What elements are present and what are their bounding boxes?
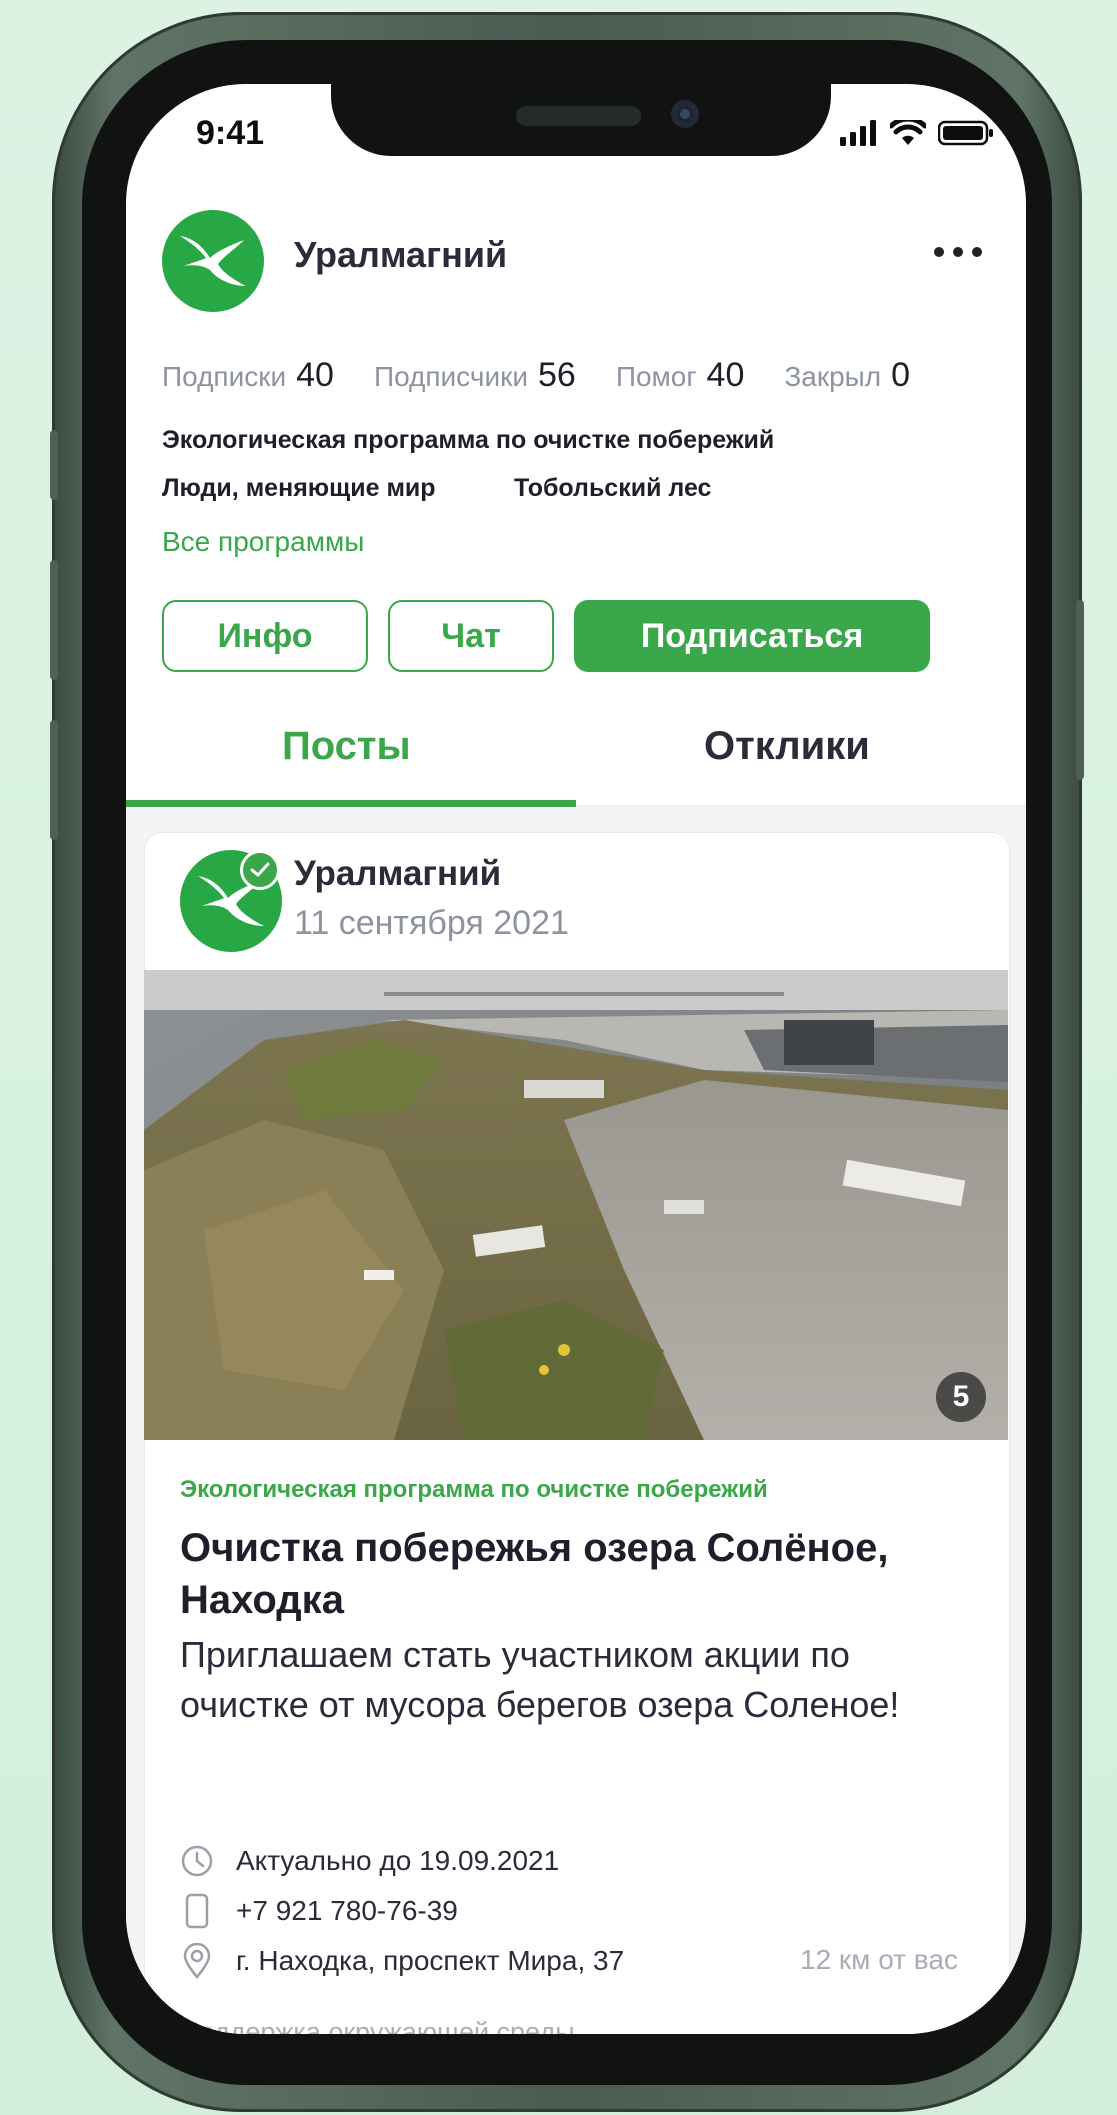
program-link[interactable]: Тобольский лес (514, 474, 711, 503)
program-link[interactable]: Экологическая программа по очистке побер… (162, 426, 774, 455)
post-description: Приглашаем стать участником акции по очи… (180, 1634, 900, 1725)
volume-down-button (50, 720, 58, 840)
camera (671, 100, 699, 128)
stat-value: 56 (537, 356, 576, 394)
stat-subscribers[interactable]: Подписчики 56 (374, 356, 576, 395)
subscribe-button[interactable]: Подписаться (574, 600, 930, 672)
post-address[interactable]: г. Находка, проспект Мира, 37 (180, 1943, 624, 1979)
profile-name: Уралмагний (294, 234, 508, 275)
tab-active-indicator (126, 800, 576, 807)
tab-responses[interactable]: Отклики (704, 724, 870, 769)
post-deadline: Актуально до 19.09.2021 (180, 1844, 559, 1878)
verified-check-icon (240, 850, 280, 890)
wifi-icon (890, 120, 926, 145)
notch (331, 84, 831, 156)
stat-label: Помог (615, 361, 697, 392)
profile-avatar[interactable] (162, 210, 264, 312)
location-pin-icon (180, 1943, 214, 1979)
app-screen: 9:41 Уралмагний Подписки 40 Подписчики 5… (126, 84, 1026, 2034)
stat-label: Закрыл (784, 361, 882, 392)
post-tag[interactable]: Поддержка окружающей среды (180, 2017, 575, 2034)
stat-label: Подписчики (373, 361, 528, 392)
post-author-name[interactable]: Уралмагний (294, 854, 501, 894)
tab-posts[interactable]: Посты (282, 724, 411, 769)
profile-stats: Подписки 40 Подписчики 56 Помог 40 Закры… (162, 356, 910, 395)
post-phone[interactable]: +7 921 780-76-39 (180, 1893, 458, 1929)
mute-switch (50, 430, 58, 500)
more-dots-icon[interactable] (934, 247, 982, 257)
post-category[interactable]: Экологическая программа по очистке побер… (180, 1476, 768, 1504)
signal-icon (840, 120, 876, 146)
stat-value: 0 (891, 356, 911, 394)
stat-subscriptions[interactable]: Подписки 40 (162, 356, 334, 395)
stat-value: 40 (296, 356, 334, 394)
power-button (1076, 600, 1084, 780)
chat-button[interactable]: Чат (388, 600, 554, 672)
seagull-icon (180, 236, 246, 286)
stat-label: Подписки (162, 361, 287, 392)
deadline-text: Актуально до 19.09.2021 (236, 1845, 560, 1876)
post-title[interactable]: Очистка побережья озера Солёное, Находка (180, 1522, 960, 1626)
phone-text[interactable]: +7 921 780-76-39 (236, 1895, 458, 1927)
status-time: 9:41 (196, 114, 265, 152)
clock-icon (180, 1844, 214, 1878)
volume-up-button (50, 560, 58, 680)
phone-icon (180, 1893, 214, 1929)
stat-helped[interactable]: Помог 40 (616, 356, 745, 395)
stat-closed[interactable]: Закрыл 0 (784, 356, 910, 395)
speaker (516, 106, 641, 126)
status-icons (840, 120, 994, 146)
address-text[interactable]: г. Находка, проспект Мира, 37 (236, 1945, 624, 1977)
stat-value: 40 (706, 356, 745, 394)
info-button[interactable]: Инфо (162, 600, 368, 672)
all-programs-link[interactable]: Все программы (162, 526, 364, 558)
post-date: 11 сентября 2021 (294, 904, 569, 942)
distance-label: 12 км от вас (800, 1944, 958, 1975)
program-link[interactable]: Люди, меняющие мир (162, 474, 436, 503)
battery-icon (938, 120, 993, 146)
photo-count-badge: 5 (936, 1372, 986, 1422)
post-photo[interactable] (144, 970, 1008, 1440)
